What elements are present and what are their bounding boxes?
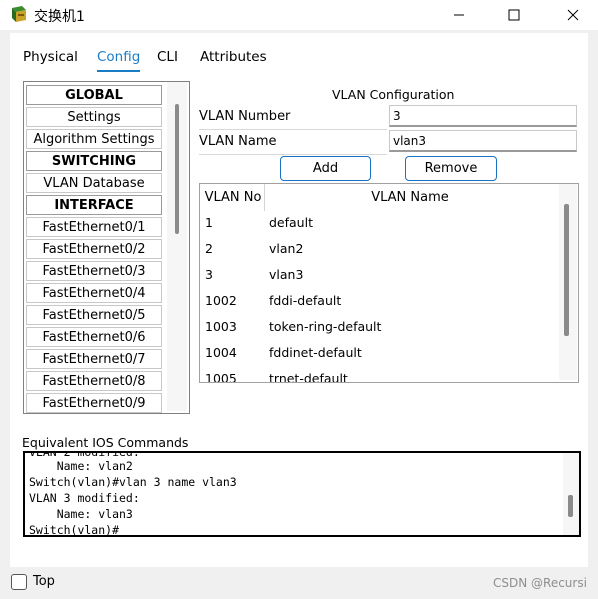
vlan-number-cell: 1002: [205, 293, 237, 308]
sidebar-item-fastethernet0-7[interactable]: FastEthernet0/7: [26, 349, 162, 369]
column-header-vlan-no[interactable]: VLAN No: [202, 184, 265, 211]
console-line: VLAN 3 modified:: [29, 491, 140, 505]
sidebar-item-fastethernet0-5[interactable]: FastEthernet0/5: [26, 305, 162, 325]
minimize-button[interactable]: [436, 0, 482, 30]
table-row[interactable]: 1005 trnet-default: [200, 366, 560, 383]
sidebar-item-vlan-database[interactable]: VLAN Database: [26, 173, 162, 193]
console-scrollbar-thumb[interactable]: [568, 495, 573, 517]
vlan-number-label: VLAN Number: [199, 105, 387, 130]
sidebar-item-settings[interactable]: Settings: [26, 107, 162, 127]
vlan-config-title: VLAN Configuration: [332, 87, 455, 102]
top-checkbox[interactable]: [11, 574, 27, 590]
sidebar-header-switching[interactable]: SWITCHING: [26, 151, 162, 171]
vlan-number-cell: 1005: [205, 371, 237, 383]
close-icon: [567, 9, 579, 21]
tab-attributes[interactable]: Attributes: [200, 44, 267, 70]
sidebar-scrollbar[interactable]: [167, 82, 187, 411]
maximize-button[interactable]: [491, 0, 537, 30]
sidebar-item-fastethernet0-8[interactable]: FastEthernet0/8: [26, 371, 162, 391]
sidebar-scrollbar-thumb[interactable]: [175, 104, 179, 234]
vlan-number-cell: 1: [205, 215, 213, 230]
console-line: Name: vlan2: [29, 459, 133, 473]
sidebar-item-algorithm-settings[interactable]: Algorithm Settings: [26, 129, 162, 149]
console-line: Switch(vlan)#: [29, 523, 120, 537]
ios-commands-label: Equivalent IOS Commands: [22, 435, 189, 450]
sidebar-item-fastethernet0-9[interactable]: FastEthernet0/9: [26, 393, 162, 413]
vlan-number-cell: 3: [205, 267, 213, 282]
vlan-table-scrollbar-thumb[interactable]: [564, 204, 569, 336]
vlan-name-cell: trnet-default: [269, 371, 348, 383]
vlan-name-cell: default: [269, 215, 313, 230]
close-button[interactable]: [550, 0, 596, 30]
window-title: 交换机1: [34, 9, 85, 25]
tab-cli[interactable]: CLI: [157, 44, 178, 70]
vlan-number-cell: 1004: [205, 345, 237, 360]
sidebar-item-fastethernet0-2[interactable]: FastEthernet0/2: [26, 239, 162, 259]
table-row[interactable]: 3 vlan3: [200, 262, 560, 288]
vlan-name-cell: token-ring-default: [269, 319, 382, 334]
sidebar-header-interface[interactable]: INTERFACE: [26, 195, 162, 215]
sidebar-header-global[interactable]: GLOBAL: [26, 85, 162, 105]
console-scrollbar[interactable]: [563, 453, 579, 535]
table-row[interactable]: 1003 token-ring-default: [200, 314, 560, 340]
tab-config[interactable]: Config: [97, 44, 141, 72]
switch-app-icon: [12, 6, 26, 22]
config-sidebar: GLOBAL Settings Algorithm Settings SWITC…: [23, 81, 190, 414]
sidebar-item-fastethernet0-3[interactable]: FastEthernet0/3: [26, 261, 162, 281]
vlan-name-cell: fddinet-default: [269, 345, 362, 360]
vlan-number-cell: 1003: [205, 319, 237, 334]
tab-physical[interactable]: Physical: [23, 44, 78, 70]
minimize-icon: [454, 14, 464, 16]
remove-button[interactable]: Remove: [405, 156, 497, 181]
vlan-name-cell: vlan2: [269, 241, 304, 256]
table-row[interactable]: 1002 fddi-default: [200, 288, 560, 314]
vlan-table-scrollbar[interactable]: [559, 184, 577, 380]
add-button[interactable]: Add: [280, 156, 371, 181]
vlan-number-cell: 2: [205, 241, 213, 256]
table-row[interactable]: 1 default: [200, 210, 560, 236]
console-line: Switch(vlan)#vlan 3 name vlan3: [29, 475, 237, 489]
sidebar-item-fastethernet0-6[interactable]: FastEthernet0/6: [26, 327, 162, 347]
vlan-name-cell: vlan3: [269, 267, 304, 282]
vlan-table: VLAN No VLAN Name 1 default 2 vlan2 3 vl…: [199, 183, 579, 383]
vlan-number-input[interactable]: [389, 105, 577, 127]
vlan-name-label: VLAN Name: [199, 130, 387, 155]
ios-console[interactable]: VLAN 2 modified: Name: vlan2 Switch(vlan…: [23, 451, 581, 537]
title-bar: 交换机1: [0, 0, 598, 30]
column-header-vlan-name[interactable]: VLAN Name: [266, 184, 554, 211]
console-line: Name: vlan3: [29, 507, 133, 521]
sidebar-item-fastethernet0-1[interactable]: FastEthernet0/1: [26, 217, 162, 237]
maximize-icon: [508, 9, 520, 21]
sidebar-item-fastethernet0-4[interactable]: FastEthernet0/4: [26, 283, 162, 303]
table-row[interactable]: 1004 fddinet-default: [200, 340, 560, 366]
table-row[interactable]: 2 vlan2: [200, 236, 560, 262]
vlan-name-input[interactable]: [389, 130, 577, 152]
vlan-name-cell: fddi-default: [269, 293, 342, 308]
top-checkbox-label[interactable]: Top: [33, 574, 55, 589]
watermark-text: CSDN @Recursi: [493, 576, 587, 590]
